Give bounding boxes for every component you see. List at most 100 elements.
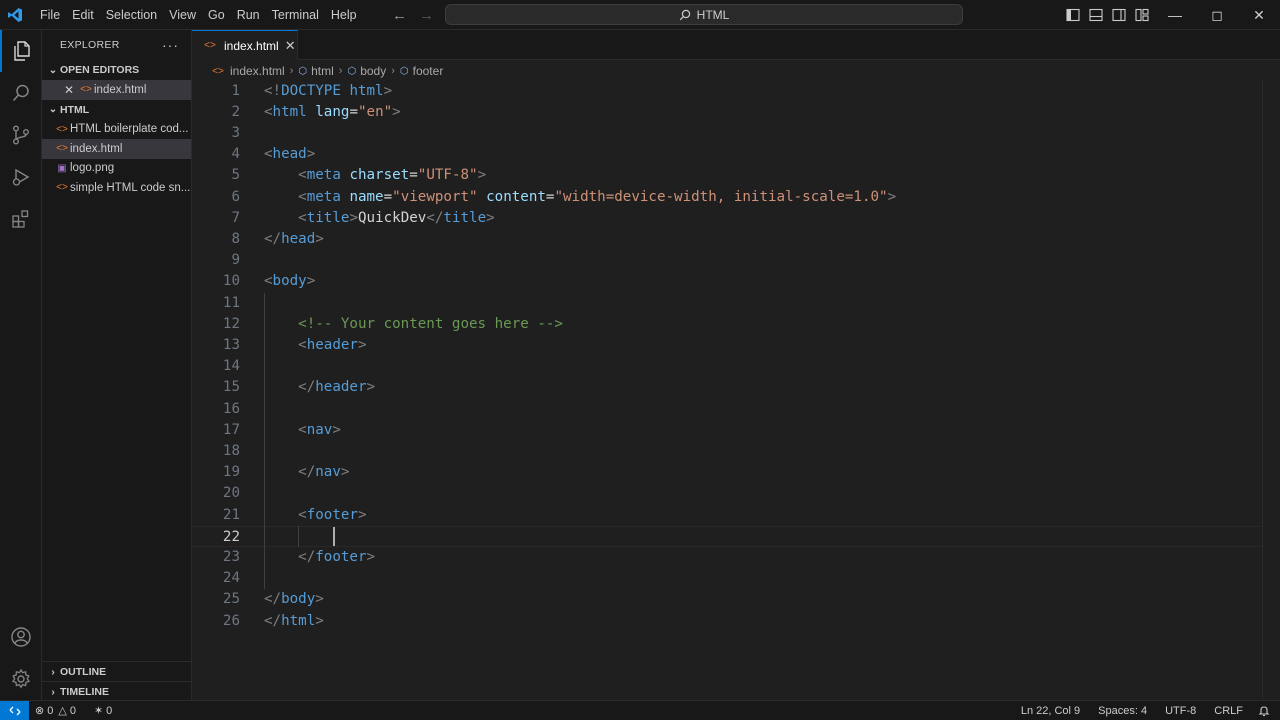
editor-scrollbar[interactable] [1262,80,1280,700]
code-line[interactable]: 12 <!-- Your content goes here --> [192,314,1262,335]
toggle-secondary-sidebar-icon[interactable] [1108,0,1130,30]
code-line[interactable]: 17 <nav> [192,420,1262,441]
minimize-icon[interactable]: — [1154,0,1196,30]
maximize-icon[interactable]: ◻ [1196,0,1238,30]
customize-layout-icon[interactable] [1131,0,1153,30]
toggle-panel-icon[interactable] [1085,0,1107,30]
code-line[interactable]: 10 <body> [192,271,1262,292]
breadcrumb-separator-icon: › [338,65,343,77]
extensions-icon[interactable] [0,198,42,240]
file-item[interactable]: ▣ logo.png [42,159,191,179]
line-number: 6 [231,188,240,205]
open-editors-section[interactable]: ⌄ OPEN EDITORS [42,60,191,80]
line-number: 18 [222,442,240,459]
code-line[interactable]: 14 [192,356,1262,377]
line-code: <meta charset="UTF-8"> [298,167,487,184]
code-line[interactable]: 22 [192,525,1262,547]
menu-run[interactable]: Run [231,0,266,30]
close-window-icon[interactable]: ✕ [1238,0,1280,30]
file-item[interactable]: <> HTML boilerplate cod... [42,120,191,140]
outline-header: › OUTLINE [42,662,192,682]
code-line[interactable]: 9 [192,250,1262,271]
breadcrumb-item-html[interactable]: html [311,64,334,78]
open-editors-label: OPEN EDITORS [60,64,140,76]
forward-arrow-icon[interactable]: → [419,7,434,24]
toggle-primary-sidebar-icon[interactable] [1062,0,1084,30]
file-name: logo.png [70,162,115,175]
folder-label: HTML [60,103,90,116]
encoding[interactable]: UTF-8 [1156,705,1205,717]
menu-view[interactable]: View [163,0,202,30]
line-code: <html lang="en"> [264,103,401,120]
notifications-bell-icon[interactable] [1252,705,1280,717]
code-line[interactable]: 6 <meta name="viewport" content="width=d… [192,187,1262,208]
run-and-debug-icon[interactable] [0,156,42,198]
code-line[interactable]: 3 [192,123,1262,144]
file-item[interactable]: <> simple HTML code sn... [42,178,191,198]
problems-indicator[interactable]: ⊗ 0 △ 0 [29,704,82,718]
breadcrumb-item-footer[interactable]: footer [413,64,444,78]
text-cursor [332,526,335,546]
open-editor-item[interactable]: ✕ <> index.html [42,80,191,100]
ports-indicator[interactable]: ✶ 0 [88,704,118,718]
code-line[interactable]: 4 <head> [192,144,1262,165]
code-line[interactable]: 23 </footer> [192,547,1262,568]
code-line[interactable]: 5 <meta charset="UTF-8"> [192,165,1262,186]
code-line[interactable]: 24 [192,568,1262,589]
line-code: <meta name="viewport" content="width=dev… [298,188,897,205]
source-control-icon[interactable] [0,114,42,156]
more-actions-icon[interactable]: ··· [162,37,179,53]
code-line[interactable]: 18 [192,441,1262,462]
warning-icon: △ [58,705,67,717]
end-of-line[interactable]: CRLF [1205,705,1252,717]
tab-index-html[interactable]: <> index.html ✕ [192,30,298,60]
code-line[interactable]: 21 <footer> [192,505,1262,526]
file-item-selected[interactable]: <> index.html [42,139,191,159]
settings-gear-icon[interactable] [0,658,42,700]
back-arrow-icon[interactable]: ← [392,7,407,24]
indentation[interactable]: Spaces: 4 [1089,705,1156,717]
code-line[interactable]: 11 [192,293,1262,314]
line-number: 7 [231,209,240,226]
breadcrumb-item-body[interactable]: body [360,64,386,78]
image-file-icon: ▣ [57,162,67,174]
code-line[interactable]: 7 <title>QuickDev</title> [192,208,1262,229]
menu-edit[interactable]: Edit [66,0,100,30]
breadcrumb-item-file[interactable]: index.html [230,64,285,78]
remote-indicator-icon[interactable] [0,700,29,720]
outline-section[interactable]: › OUTLINE [42,661,192,682]
code-line[interactable]: 15 </header> [192,377,1262,398]
close-tab-icon[interactable]: ✕ [285,38,296,54]
line-code: <nav> [298,421,341,438]
accounts-icon[interactable] [0,616,42,658]
menu-help[interactable]: Help [325,0,363,30]
cursor-position[interactable]: Ln 22, Col 9 [1012,705,1089,717]
explorer-icon[interactable] [0,30,42,72]
breadcrumb: <> index.html › ⬡ html › ⬡ body › ⬡ foot… [192,60,443,82]
status-bar-right: Ln 22, Col 9 Spaces: 4 UTF-8 CRLF [1012,701,1280,720]
code-line[interactable]: 26 </html> [192,611,1262,632]
line-number: 25 [222,591,240,608]
search-icon[interactable] [0,72,42,114]
code-line[interactable]: 2 <html lang="en"> [192,102,1262,123]
explorer-sidebar: EXPLORER ··· ⌄ OPEN EDITORS ✕ <> index.h… [42,30,192,700]
menu-go[interactable]: Go [202,0,231,30]
code-line[interactable]: 13 <header> [192,335,1262,356]
title-bar-controls: — ◻ ✕ [1062,0,1280,30]
command-center-search[interactable]: HTML [445,4,963,25]
menu-selection[interactable]: Selection [100,0,163,30]
code-editor[interactable]: 1 <!DOCTYPE html> 2 <html lang="en"> 3 4 <head… [192,80,1262,700]
code-line[interactable]: 19 </nav> [192,462,1262,483]
indent-guide [264,292,265,590]
menu-terminal[interactable]: Terminal [266,0,325,30]
timeline-section[interactable]: › TIMELINE [42,681,192,702]
code-line[interactable]: 20 [192,483,1262,504]
folder-html-section[interactable]: ⌄ HTML [42,100,191,120]
line-number: 22 [222,528,240,545]
menu-file[interactable]: File [34,0,66,30]
code-line[interactable]: 16 [192,399,1262,420]
code-line[interactable]: 1 <!DOCTYPE html> [192,81,1262,102]
code-line[interactable]: 8 </head> [192,229,1262,250]
code-line[interactable]: 25 </body> [192,589,1262,610]
close-editor-icon[interactable]: ✕ [64,83,78,97]
